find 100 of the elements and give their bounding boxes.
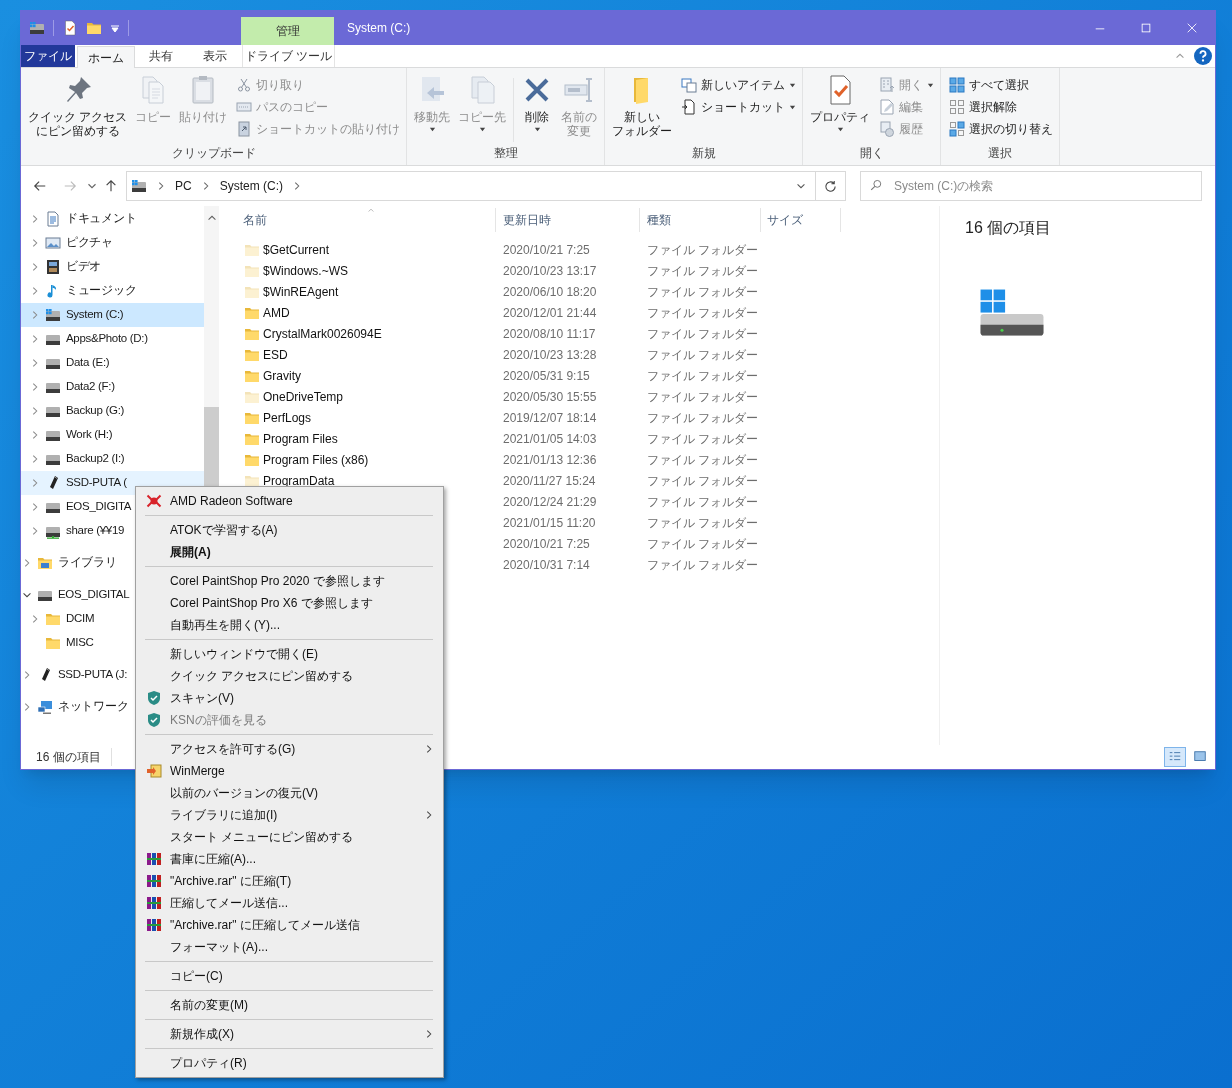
type-cell-text: ファイル フォルダー: [646, 367, 760, 385]
group-label: 選択: [987, 145, 1014, 162]
group-label: 整理: [492, 145, 519, 162]
scissors-icon: [236, 77, 253, 93]
refresh-button[interactable]: [816, 171, 846, 201]
nav-item[interactable]: Data2 (F:): [21, 375, 204, 399]
menu-item[interactable]: プロパティ(R): [136, 1052, 423, 1074]
menu-item[interactable]: 自動再生を開く(Y)...: [136, 614, 423, 636]
menu-item[interactable]: 以前のバージョンの復元(V): [136, 782, 423, 804]
caret-icon: [428, 126, 436, 133]
file-name[interactable]: PerfLogs: [263, 408, 312, 427]
network-icon: [37, 699, 53, 715]
ribbon-button[interactable]: ショートカット: [679, 96, 799, 118]
file-name[interactable]: Program Files: [263, 429, 338, 448]
column-header[interactable]: サイズ: [761, 208, 841, 232]
file-name[interactable]: CrystalMark0026094E: [263, 324, 382, 343]
nav-item[interactable]: ピクチャ: [21, 231, 204, 255]
ribbon-button[interactable]: プロパティ: [807, 74, 874, 133]
date-cell-text: 2020/06/10 18:20: [502, 283, 598, 301]
file-name[interactable]: Program Files (x86): [263, 450, 369, 469]
menu-item[interactable]: フォーマット(A)...: [136, 936, 423, 958]
nav-item[interactable]: ビデオ: [21, 255, 204, 279]
menu-item[interactable]: 圧縮してメール送信...: [136, 892, 423, 914]
date-cell-text: 2020/10/23 13:28: [502, 346, 598, 364]
back-icon: [33, 179, 47, 193]
column-header[interactable]: 名前: [237, 208, 496, 232]
grid-icon: [949, 121, 966, 137]
nav-item[interactable]: Data (E:): [21, 351, 204, 375]
ribbon-tab[interactable]: 表示: [187, 45, 242, 67]
breadcrumb-item[interactable]: System (C:): [219, 177, 283, 195]
nav-item[interactable]: Work (H:): [21, 423, 204, 447]
file-name[interactable]: OneDriveTemp: [263, 387, 344, 406]
ribbon-button[interactable]: 選択の切り替え: [947, 118, 1056, 140]
shield-icon: [146, 690, 162, 706]
ribbon-tab[interactable]: 共有: [135, 45, 187, 67]
date-cell-text: 2020/10/21 7:25: [502, 241, 591, 259]
film-icon: [45, 259, 61, 275]
nav-item[interactable]: Apps&Photo (D:): [21, 327, 204, 351]
file-name[interactable]: AMD: [263, 303, 290, 322]
menu-item[interactable]: スキャン(V): [136, 687, 423, 709]
menu-item[interactable]: スタート メニューにピン留めする: [136, 826, 423, 848]
menu-item[interactable]: アクセスを許可する(G): [136, 738, 423, 760]
menu-item[interactable]: コピー(C): [136, 965, 423, 987]
nav-item[interactable]: ドキュメント: [21, 207, 204, 231]
caret-icon: [927, 81, 935, 89]
ribbon-button[interactable]: クイック アクセス にピン留めする: [25, 74, 131, 138]
status-text: 16 個の項目: [21, 748, 112, 766]
type-cell-text: ファイル フォルダー: [646, 493, 760, 511]
breadcrumb-item[interactable]: PC: [175, 177, 192, 195]
date-cell-text: 2021/01/05 14:03: [502, 430, 598, 448]
file-name[interactable]: Gravity: [263, 366, 301, 385]
file-name[interactable]: $GetCurrent: [263, 240, 330, 259]
menu-item[interactable]: 展開(A): [136, 541, 423, 563]
menu-item[interactable]: 名前の変更(M): [136, 994, 423, 1016]
nav-item[interactable]: System (C:): [21, 303, 204, 327]
menu-item[interactable]: 新しいウィンドウで開く(E): [136, 643, 423, 665]
history-icon: [879, 121, 896, 137]
file-name[interactable]: ProgramData: [263, 471, 335, 490]
ribbon-button[interactable]: 選択解除: [947, 96, 1056, 118]
ribbon-button[interactable]: 削除: [518, 74, 557, 133]
menu-item[interactable]: "Archive.rar" に圧縮してメール送信: [136, 914, 423, 936]
file-name[interactable]: ESD: [263, 345, 288, 364]
file-name[interactable]: $WinREAgent: [263, 282, 339, 301]
menu-item[interactable]: Corel PaintShop Pro X6 で参照します: [136, 592, 423, 614]
date-cell-text: 2020/08/10 11:17: [502, 325, 597, 343]
menu-item[interactable]: 新規作成(X): [136, 1023, 423, 1045]
group-label: クリップボード: [170, 145, 257, 162]
view-button[interactable]: [1164, 747, 1186, 767]
drive-icon: [29, 20, 45, 36]
date-cell-text: 2020/10/23 13:17: [502, 262, 598, 280]
date-cell-text: 2020/10/31 7:14: [502, 556, 591, 574]
menu-item[interactable]: WinMerge: [136, 760, 423, 782]
column-header[interactable]: 更新日時: [496, 208, 640, 232]
search-field[interactable]: System (C:)の検索: [860, 171, 1202, 201]
menu-item[interactable]: 書庫に圧縮(A)...: [136, 848, 423, 870]
path-icon: [236, 99, 253, 115]
file-name[interactable]: $Windows.~WS: [263, 261, 349, 280]
scrollbar-thumb[interactable]: [204, 407, 219, 487]
nav-item[interactable]: Backup2 (I:): [21, 447, 204, 471]
ribbon-button[interactable]: 新しい フォルダー: [609, 74, 676, 138]
ribbon-tab[interactable]: ホーム: [77, 46, 135, 68]
column-header[interactable]: 種類: [640, 208, 761, 232]
file-tab[interactable]: ファイル: [21, 45, 75, 67]
menu-item[interactable]: ATOKで学習する(A): [136, 519, 423, 541]
nav-item[interactable]: ミュージック: [21, 279, 204, 303]
menu-item[interactable]: クイック アクセスにピン留めする: [136, 665, 423, 687]
search-icon: [870, 179, 883, 192]
menu-item[interactable]: ライブラリに追加(I): [136, 804, 423, 826]
menu-item[interactable]: Corel PaintShop Pro 2020 で参照します: [136, 570, 423, 592]
picture-icon: [45, 235, 61, 251]
type-cell-text: ファイル フォルダー: [646, 556, 760, 574]
address-field[interactable]: PC System (C:): [126, 171, 816, 201]
caret-icon: [789, 103, 797, 111]
menu-item[interactable]: "Archive.rar" に圧縮(T): [136, 870, 423, 892]
help-button[interactable]: [1194, 47, 1212, 65]
ribbon-button[interactable]: すべて選択: [947, 74, 1056, 96]
refresh-icon: [824, 179, 837, 193]
nav-item[interactable]: Backup (G:): [21, 399, 204, 423]
ribbon-button[interactable]: 新しいアイテム: [679, 74, 799, 96]
caret-icon: [789, 81, 797, 89]
